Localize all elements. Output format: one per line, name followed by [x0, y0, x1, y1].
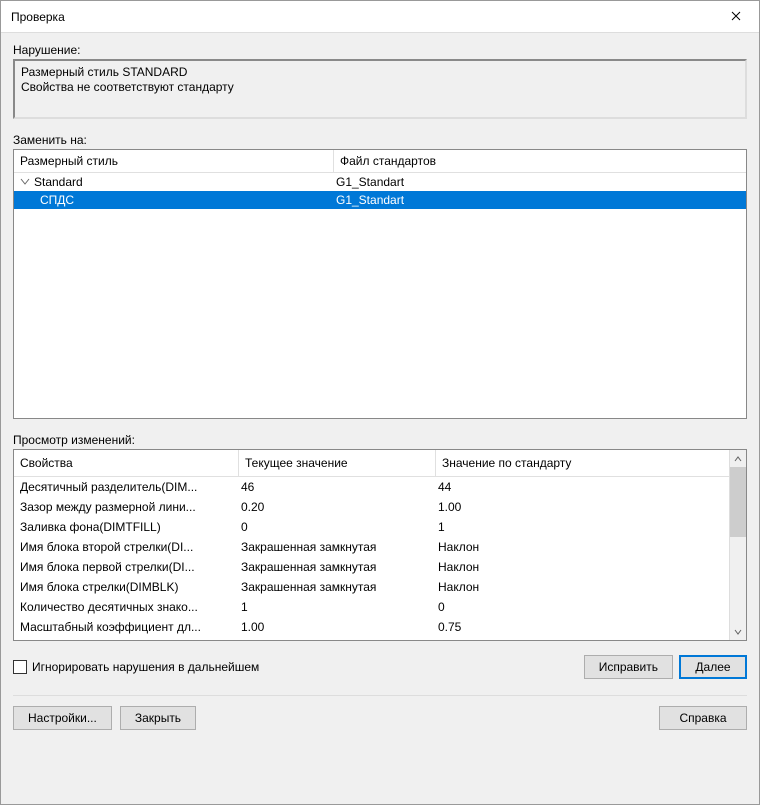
scroll-down-button[interactable] — [730, 623, 746, 640]
scroll-up-button[interactable] — [730, 450, 746, 467]
prop-cell: Имя блока стрелки(DIMBLK) — [14, 580, 239, 594]
standard-cell: 1.00 — [436, 500, 729, 514]
standard-cell: 1 — [436, 520, 729, 534]
prop-cell: Имя блока второй стрелки(DI... — [14, 540, 239, 554]
preview-scroll-area[interactable]: Свойства Текущее значение Значение по ст… — [14, 450, 729, 640]
ignore-checkbox-wrap[interactable]: Игнорировать нарушения в дальнейшем — [13, 660, 259, 674]
next-button[interactable]: Далее — [679, 655, 747, 679]
replace-header: Размерный стиль Файл стандартов — [14, 150, 746, 173]
table-row[interactable]: Десятичный разделитель(DIM...4644 — [14, 477, 729, 497]
current-cell: 0.20 — [239, 500, 436, 514]
chevron-down-icon[interactable] — [20, 176, 32, 188]
preview-header-col2[interactable]: Текущее значение — [239, 450, 436, 477]
preview-label: Просмотр изменений: — [13, 433, 747, 447]
violation-label: Нарушение: — [13, 43, 747, 57]
current-cell: 1.00 — [239, 620, 436, 634]
window-title: Проверка — [11, 10, 65, 24]
replace-header-col1[interactable]: Размерный стиль — [14, 150, 334, 172]
dialog-window: Проверка Нарушение: Размерный стиль STAN… — [0, 0, 760, 805]
tree-item-file: G1_Standart — [334, 193, 746, 207]
violation-text-line1: Размерный стиль STANDARD — [21, 65, 739, 80]
standard-cell: 0.75 — [436, 620, 729, 634]
preview-header: Свойства Текущее значение Значение по ст… — [14, 450, 729, 477]
replace-header-col2[interactable]: Файл стандартов — [334, 150, 746, 172]
table-row[interactable]: Количество десятичных знако...10 — [14, 597, 729, 617]
vertical-scrollbar[interactable] — [729, 450, 746, 640]
current-cell: Закрашенная замкнутая — [239, 540, 436, 554]
violation-text-line2: Свойства не соответствуют стандарту — [21, 80, 739, 95]
chevron-up-icon — [734, 452, 742, 466]
prop-cell: Количество десятичных знако... — [14, 600, 239, 614]
table-row[interactable]: Имя блока второй стрелки(DI...Закрашенна… — [14, 537, 729, 557]
standard-cell: Наклон — [436, 540, 729, 554]
prop-cell: Десятичный разделитель(DIM... — [14, 480, 239, 494]
replace-list[interactable]: Размерный стиль Файл стандартов Standard… — [13, 149, 747, 419]
standard-cell: Наклон — [436, 580, 729, 594]
content-area: Нарушение: Размерный стиль STANDARD Свой… — [1, 33, 759, 804]
ignore-checkbox[interactable] — [13, 660, 27, 674]
footer-row: Настройки... Закрыть Справка — [13, 695, 747, 730]
help-button[interactable]: Справка — [659, 706, 747, 730]
table-row[interactable]: Зазор между размерной лини...0.201.00 — [14, 497, 729, 517]
prop-cell: Масштабный коэффициент дл... — [14, 620, 239, 634]
tree-item-file: G1_Standart — [334, 175, 746, 189]
prop-cell: Имя блока первой стрелки(DI... — [14, 560, 239, 574]
current-cell: Закрашенная замкнутая — [239, 560, 436, 574]
table-row[interactable]: Имя блока стрелки(DIMBLK)Закрашенная зам… — [14, 577, 729, 597]
current-cell: Закрашенная замкнутая — [239, 580, 436, 594]
fix-button[interactable]: Исправить — [584, 655, 673, 679]
standard-cell: 0 — [436, 600, 729, 614]
current-cell: 46 — [239, 480, 436, 494]
table-row[interactable]: Масштабный коэффициент дл...1.000.75 — [14, 617, 729, 637]
preview-header-col1[interactable]: Свойства — [14, 450, 239, 477]
current-cell: 0 — [239, 520, 436, 534]
standard-cell: Наклон — [436, 560, 729, 574]
ignore-label: Игнорировать нарушения в дальнейшем — [32, 660, 259, 674]
current-cell: 1 — [239, 600, 436, 614]
close-button[interactable] — [713, 1, 759, 33]
close-button-footer[interactable]: Закрыть — [120, 706, 196, 730]
violation-section: Нарушение: Размерный стиль STANDARD Свой… — [13, 43, 747, 119]
tree-row-spds[interactable]: СПДС G1_Standart — [14, 191, 746, 209]
table-row[interactable]: Заливка фона(DIMTFILL)01 — [14, 517, 729, 537]
replace-label: Заменить на: — [13, 133, 747, 147]
tree-item-label: СПДС — [40, 193, 74, 207]
chevron-down-icon — [734, 625, 742, 639]
scrollbar-track[interactable] — [730, 467, 746, 623]
violation-box: Размерный стиль STANDARD Свойства не соо… — [13, 59, 747, 119]
close-icon — [731, 10, 741, 24]
tree-item-label: Standard — [34, 175, 83, 189]
scrollbar-thumb[interactable] — [730, 467, 746, 537]
tree-row-standard[interactable]: Standard G1_Standart — [14, 173, 746, 191]
settings-button[interactable]: Настройки... — [13, 706, 112, 730]
prop-cell: Зазор между размерной лини... — [14, 500, 239, 514]
preview-header-col3[interactable]: Значение по стандарту — [436, 450, 729, 477]
preview-section: Просмотр изменений: Свойства Текущее зна… — [13, 433, 747, 641]
replace-section: Заменить на: Размерный стиль Файл станда… — [13, 133, 747, 419]
prop-cell: Заливка фона(DIMTFILL) — [14, 520, 239, 534]
titlebar: Проверка — [1, 1, 759, 33]
preview-list: Свойства Текущее значение Значение по ст… — [13, 449, 747, 641]
standard-cell: 44 — [436, 480, 729, 494]
table-row[interactable]: Имя блока первой стрелки(DI...Закрашенна… — [14, 557, 729, 577]
action-row: Игнорировать нарушения в дальнейшем Испр… — [13, 649, 747, 687]
